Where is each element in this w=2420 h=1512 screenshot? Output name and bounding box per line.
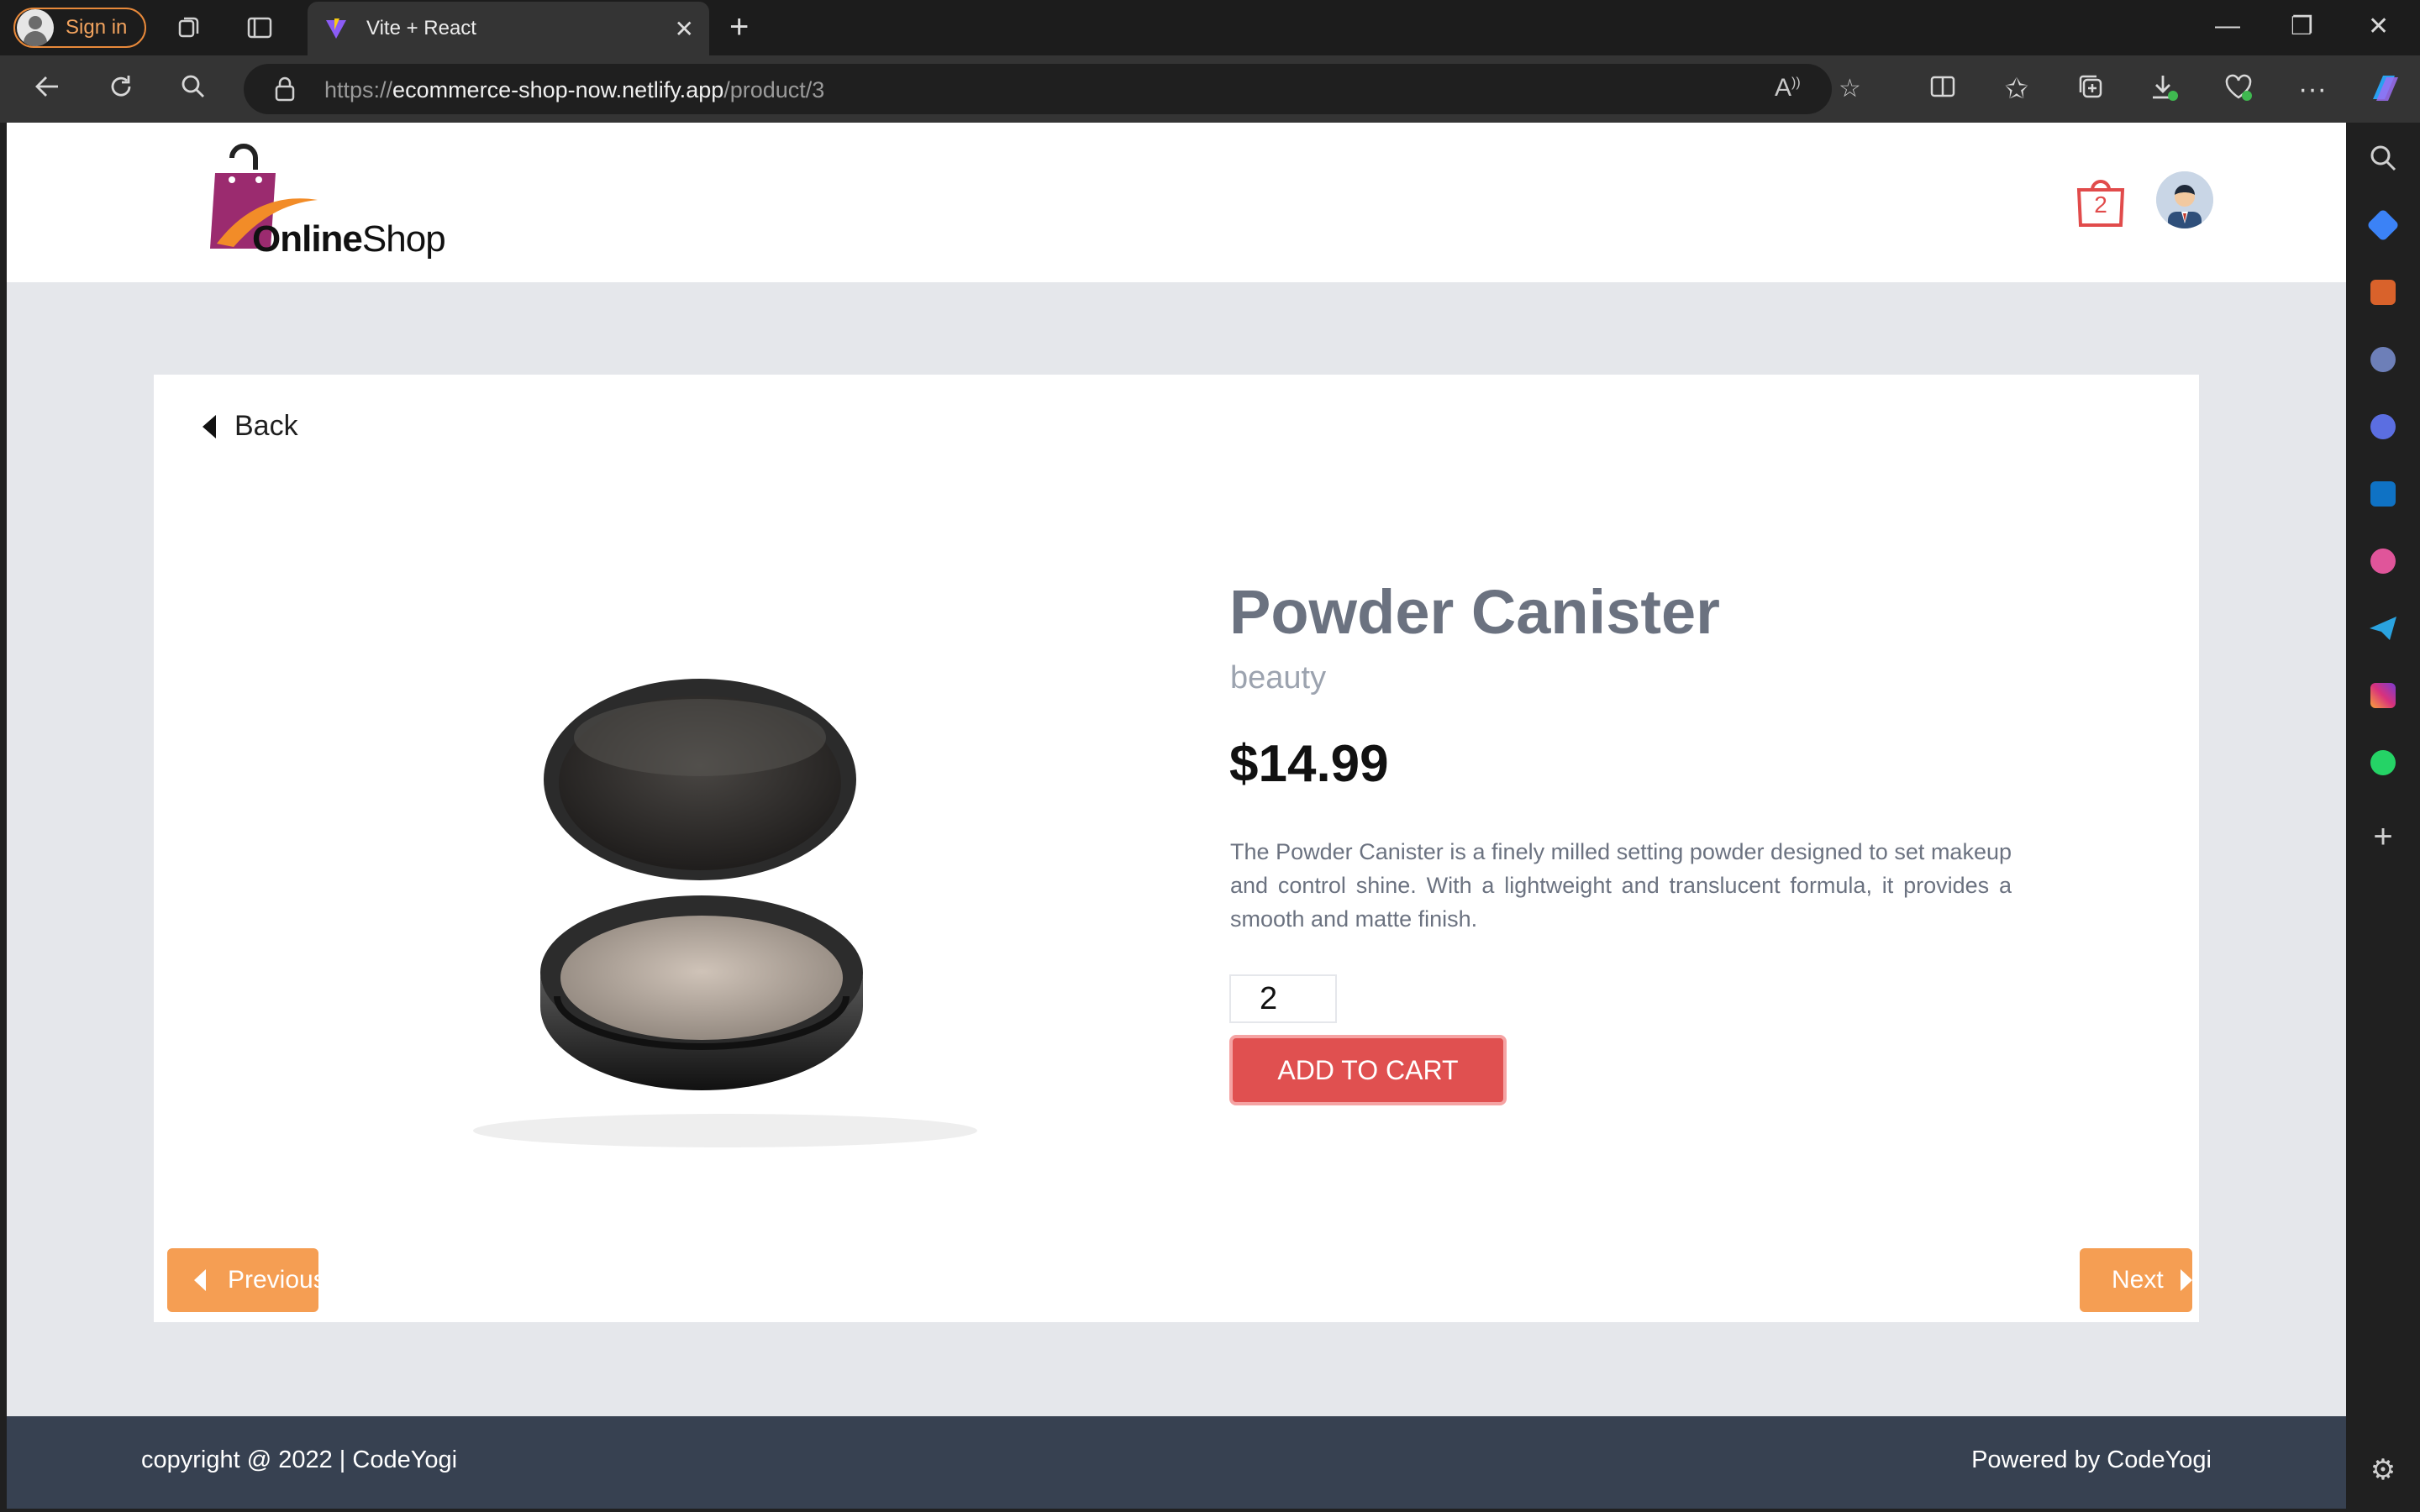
tab-title: Vite + React (366, 17, 476, 39)
settings-icon[interactable]: ⚙ (2366, 1453, 2400, 1487)
active-tab[interactable]: Vite + React ✕ (308, 2, 709, 55)
sidebar-search-icon[interactable] (2366, 141, 2400, 175)
favorite-star-icon[interactable]: ☆ (1839, 74, 1861, 103)
copilot-icon[interactable] (2365, 67, 2402, 117)
back-link[interactable]: Back (203, 410, 298, 443)
downloads-icon[interactable] (2146, 72, 2183, 110)
powered-by-text: Powered by CodeYogi (1971, 1446, 2212, 1473)
quantity-input[interactable]: 2 (1229, 974, 1337, 1023)
read-aloud-icon[interactable]: A)) (1775, 74, 1801, 102)
workspaces-icon[interactable] (175, 13, 203, 42)
cart-count: 2 (2094, 192, 2107, 218)
minimize-icon[interactable]: — (2215, 12, 2240, 40)
product-image (473, 679, 977, 1147)
avatar-icon[interactable] (2156, 171, 2213, 228)
whatsapp-icon[interactable] (2370, 750, 2396, 775)
plus-icon[interactable]: + (729, 10, 749, 44)
caret-left-icon (203, 414, 216, 438)
games-icon[interactable] (2370, 347, 2396, 372)
health-icon[interactable] (2220, 72, 2257, 110)
back-arrow-icon[interactable] (29, 72, 66, 108)
search-icon[interactable] (175, 72, 212, 108)
sign-in-label: Sign in (66, 16, 128, 39)
collections-icon[interactable] (2072, 72, 2109, 108)
online-shop-logo[interactable]: OnlineShop (208, 143, 452, 260)
previous-button[interactable]: Previous (167, 1248, 326, 1312)
close-icon[interactable]: ✕ (675, 15, 694, 43)
next-label: Next (2112, 1266, 2164, 1294)
caret-left-icon (194, 1269, 206, 1291)
product-card: Back Powder Canister beauty $14.99 The P… (154, 375, 2199, 1322)
more-icon[interactable]: ··· (2294, 72, 2331, 106)
split-screen-icon[interactable] (1924, 72, 1961, 108)
site-footer: copyright @ 2022 | CodeYogi Powered by C… (7, 1416, 2346, 1509)
back-label: Back (234, 410, 298, 442)
address-bar[interactable]: https://ecommerce-shop-now.netlify.app/p… (244, 64, 1861, 114)
shopping-tag-icon[interactable] (2366, 208, 2400, 242)
browser-sidebar: + ⚙ (2346, 123, 2420, 1512)
browser-nav-bar: https://ecommerce-shop-now.netlify.app/p… (0, 55, 2420, 123)
refresh-icon[interactable] (103, 72, 139, 108)
outlook-icon[interactable] (2370, 481, 2396, 507)
browser-tab-bar: Sign in Vite + React ✕ + — ❐ ✕ (0, 0, 2420, 55)
logo-wordmark: OnlineShop (252, 218, 446, 260)
restore-icon[interactable]: ❐ (2291, 12, 2313, 41)
copilot-sidebar-icon[interactable] (2370, 414, 2396, 439)
product-price: $14.99 (1229, 735, 1389, 793)
user-icon (17, 9, 54, 46)
tab-actions-icon[interactable] (245, 13, 274, 42)
designer-icon[interactable] (2370, 549, 2396, 574)
previous-label: Previous (228, 1266, 326, 1294)
page: OnlineShop 2 Back Powder Canister beauty… (7, 123, 2346, 1509)
url-text: https://ecommerce-shop-now.netlify.app/p… (324, 77, 825, 102)
product-description: The Powder Canister is a finely milled s… (1230, 839, 2012, 932)
next-button[interactable]: Next (2080, 1248, 2192, 1312)
caret-right-icon (2180, 1269, 2192, 1291)
add-to-cart-button[interactable]: ADD TO CART (1229, 1035, 1507, 1105)
product-category: beauty (1230, 660, 1327, 696)
favorites-icon[interactable]: ✩ (1998, 72, 2035, 106)
product-title: Powder Canister (1229, 577, 1720, 647)
instagram-icon[interactable] (2370, 683, 2396, 708)
tools-icon[interactable] (2370, 280, 2396, 305)
sign-in-button[interactable]: Sign in (13, 8, 146, 48)
site-header: OnlineShop 2 (7, 123, 2346, 282)
sidebar-add-icon[interactable]: + (2366, 820, 2400, 853)
vite-favicon (326, 18, 346, 39)
lock-icon[interactable] (274, 76, 296, 102)
copyright-text: copyright @ 2022 | CodeYogi (141, 1446, 458, 1473)
window-close-icon[interactable]: ✕ (2368, 12, 2389, 41)
cart-button[interactable]: 2 (2074, 173, 2128, 228)
telegram-icon[interactable] (2366, 612, 2400, 645)
